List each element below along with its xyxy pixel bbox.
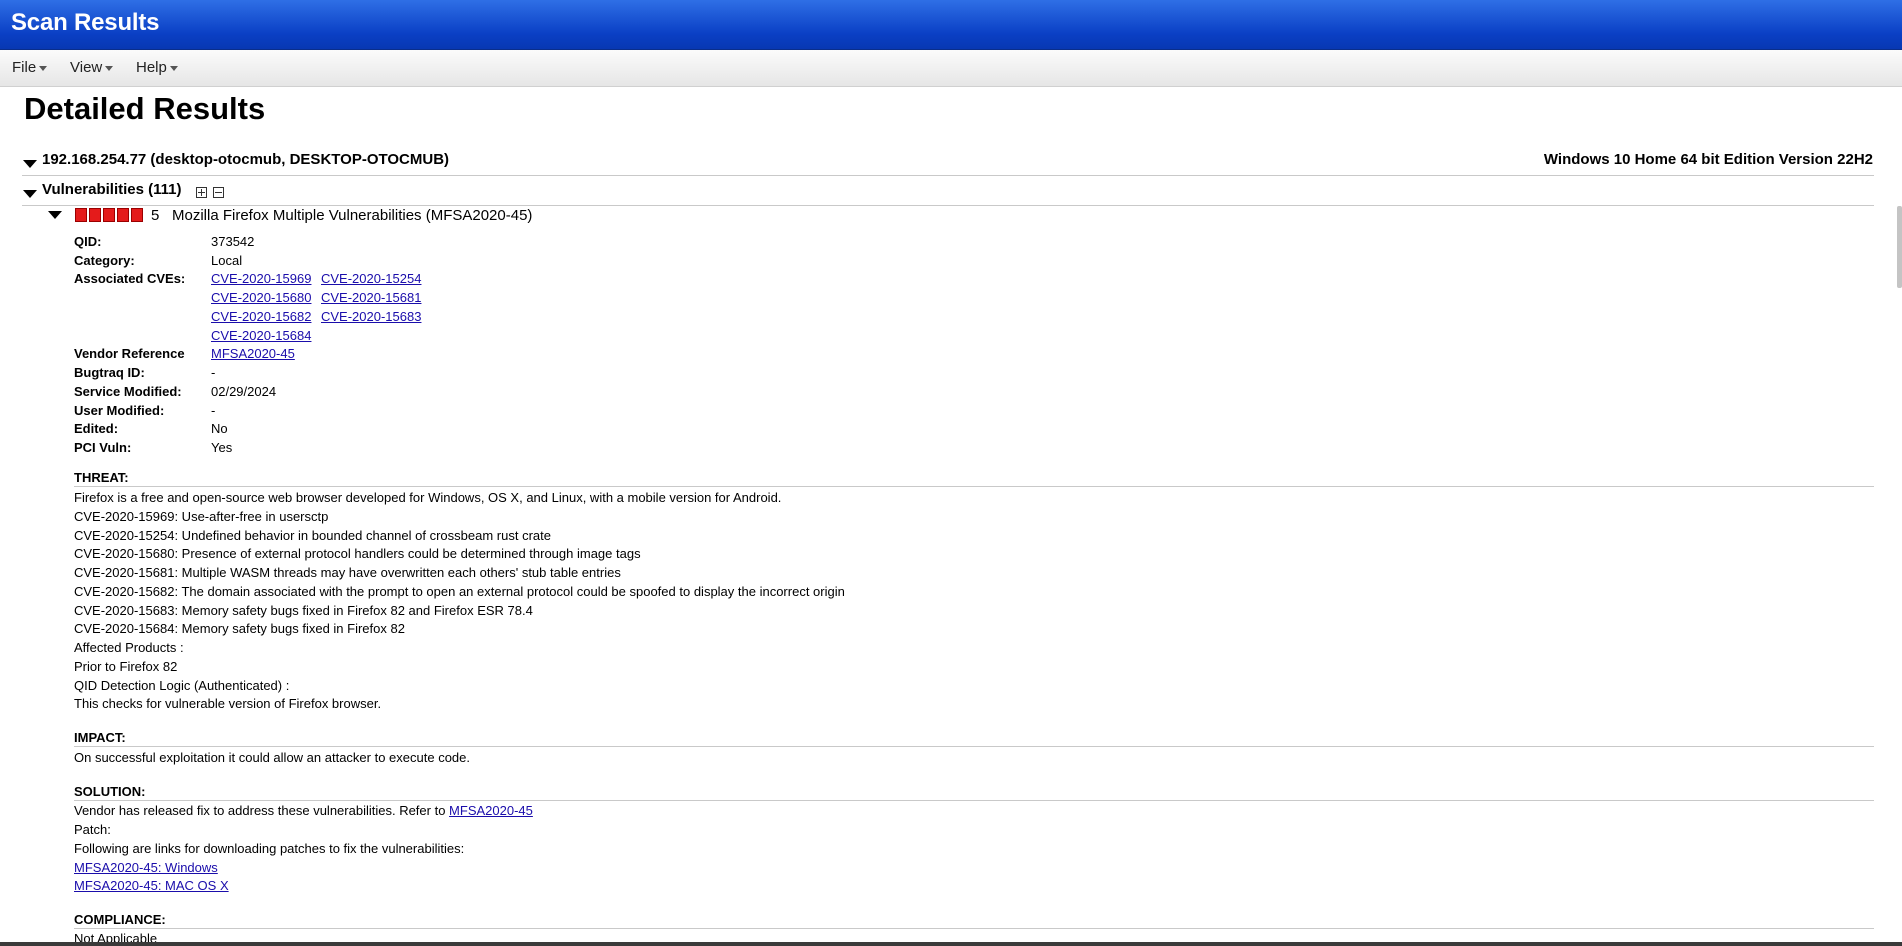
app-title: Scan Results: [11, 9, 160, 36]
pci-value: Yes: [211, 440, 233, 455]
threat-line: CVE-2020-15969: Use-after-free in usersc…: [74, 509, 329, 524]
solution-divider: [74, 783, 1874, 801]
service-modified-value: 02/29/2024: [211, 384, 277, 399]
service-modified-label: Service Modified:: [74, 384, 182, 399]
category-label: Category:: [74, 253, 135, 268]
menu-view-label: View: [70, 59, 103, 76]
vulnerabilities-row: [22, 181, 1874, 206]
host-label: 192.168.254.77 (desktop-otocmub, DESKTOP…: [42, 151, 450, 168]
collapse-all-icon[interactable]: [213, 187, 224, 198]
user-modified-label: User Modified:: [74, 403, 165, 418]
report-content: Detailed Results 192.168.254.77 (desktop…: [0, 87, 1902, 946]
vendor-label: Vendor Reference: [74, 346, 185, 361]
solution-patch: Patch:: [74, 822, 111, 837]
menu-bar: File View Help: [0, 50, 1902, 87]
threat-line: CVE-2020-15683: Memory safety bugs fixed…: [74, 603, 533, 618]
threat-line: Firefox is a free and open-source web br…: [74, 490, 782, 505]
expand-all-icon[interactable]: [196, 187, 207, 198]
collapse-vuln-icon[interactable]: [48, 211, 62, 219]
bugtraq-label: Bugtraq ID:: [74, 365, 145, 380]
threat-line: CVE-2020-15682: The domain associated wi…: [74, 584, 845, 599]
solution-following: Following are links for downloading patc…: [74, 841, 465, 856]
vendor-link[interactable]: MFSA2020-45: [211, 346, 295, 361]
cve-link[interactable]: CVE-2020-15682: [211, 309, 311, 324]
threat-line: QID Detection Logic (Authenticated) :: [74, 678, 290, 693]
severity-block: [131, 208, 143, 222]
patch-link-windows[interactable]: MFSA2020-45: Windows: [74, 860, 218, 875]
category-value: Local: [211, 253, 243, 268]
pci-label: PCI Vuln:: [74, 440, 132, 455]
cve-link[interactable]: CVE-2020-15680: [211, 290, 311, 305]
threat-line: Affected Products :: [74, 640, 184, 655]
severity-bar: [75, 208, 143, 222]
threat-line: CVE-2020-15680: Presence of external pro…: [74, 546, 641, 561]
cve-link[interactable]: CVE-2020-15254: [321, 271, 421, 286]
qid-value: 373542: [211, 234, 255, 249]
severity-block: [103, 208, 115, 222]
user-modified-value: -: [211, 403, 216, 418]
compliance-divider: [74, 911, 1874, 929]
menu-help-label: Help: [136, 59, 167, 76]
menu-view[interactable]: View: [70, 59, 114, 76]
vulnerabilities-label: Vulnerabilities (111): [42, 181, 182, 198]
threat-line: CVE-2020-15254: Undefined behavior in bo…: [74, 528, 551, 543]
chevron-down-icon: [169, 65, 178, 71]
vuln-title: Mozilla Firefox Multiple Vulnerabilities…: [172, 207, 533, 224]
cve-link[interactable]: CVE-2020-15683: [321, 309, 421, 324]
severity-level: 5: [151, 207, 160, 224]
qid-label: QID:: [74, 234, 102, 249]
chevron-down-icon: [105, 65, 114, 71]
menu-help[interactable]: Help: [136, 59, 178, 76]
severity-block: [89, 208, 101, 222]
cves-label: Associated CVEs:: [74, 271, 186, 286]
cve-link[interactable]: CVE-2020-15681: [321, 290, 421, 305]
chevron-down-icon: [39, 65, 48, 71]
severity-block: [75, 208, 87, 222]
threat-line: CVE-2020-15681: Multiple WASM threads ma…: [74, 565, 621, 580]
threat-line: Prior to Firefox 82: [74, 659, 178, 674]
window-bottom-edge: [0, 942, 1902, 946]
cve-link[interactable]: CVE-2020-15969: [211, 271, 311, 286]
impact-divider: [74, 729, 1874, 747]
page-title: Detailed Results: [24, 91, 266, 126]
solution-reference-link[interactable]: MFSA2020-45: [449, 803, 533, 818]
edited-label: Edited:: [74, 421, 119, 436]
title-bar: Scan Results: [0, 0, 1902, 50]
threat-line: This checks for vulnerable version of Fi…: [74, 696, 382, 711]
bugtraq-value: -: [211, 365, 216, 380]
host-os: Windows 10 Home 64 bit Edition Version 2…: [1543, 151, 1873, 168]
menu-file-label: File: [12, 59, 37, 76]
menu-file[interactable]: File: [12, 59, 48, 76]
severity-block: [117, 208, 129, 222]
collapse-vulnerabilities-icon[interactable]: [23, 190, 37, 198]
solution-intro: Vendor has released fix to address these…: [74, 803, 533, 818]
threat-divider: [74, 469, 1874, 487]
solution-intro-text: Vendor has released fix to address these…: [74, 803, 450, 818]
cve-link[interactable]: CVE-2020-15684: [211, 328, 311, 343]
patch-link-mac[interactable]: MFSA2020-45: MAC OS X: [74, 878, 229, 893]
edited-value: No: [211, 421, 228, 436]
impact-text: On successful exploitation it could allo…: [74, 750, 470, 765]
collapse-host-icon[interactable]: [23, 160, 37, 168]
scrollbar-thumb[interactable]: [1897, 206, 1902, 288]
threat-line: CVE-2020-15684: Memory safety bugs fixed…: [74, 621, 405, 636]
